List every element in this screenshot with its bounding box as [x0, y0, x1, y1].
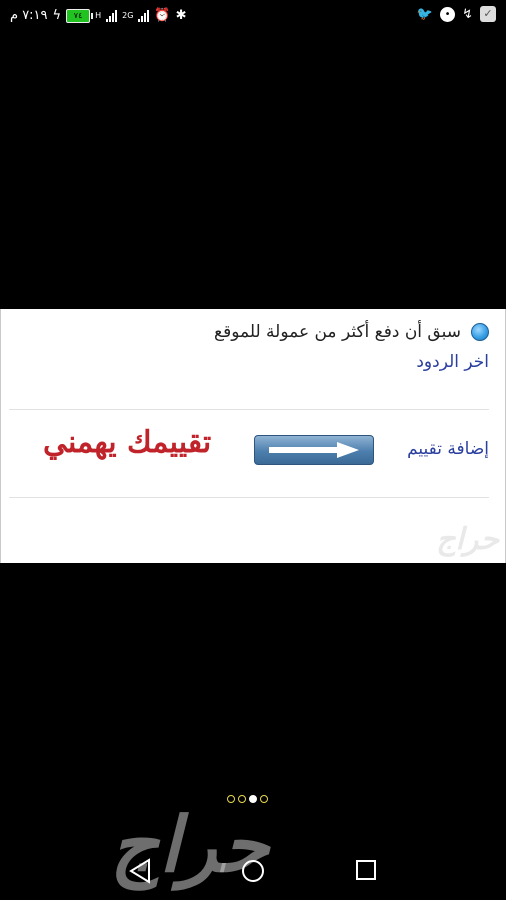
- back-icon[interactable]: [128, 858, 152, 884]
- recents-icon[interactable]: [354, 858, 378, 882]
- battery-level: ٧٤: [73, 10, 83, 20]
- network-type-h: H: [95, 10, 102, 20]
- right-arrow-icon: [269, 442, 359, 458]
- arrow-button[interactable]: [254, 435, 374, 465]
- missed-call-icon: ↯: [462, 6, 473, 22]
- rating-row: إضافة تقييم تقييمك يهمني: [19, 425, 489, 477]
- status-right: 🐦 • ↯ ✓: [417, 6, 496, 22]
- charging-icon: ϟ: [52, 8, 62, 23]
- navigation-bar: [0, 848, 506, 900]
- check-app-icon: ✓: [480, 6, 496, 22]
- list-item-text: سبق أن دفع أكثر من عمولة للموقع: [214, 322, 461, 342]
- divider: [9, 497, 489, 498]
- clock: ٧:١٩ م: [10, 8, 48, 23]
- alarm-icon: ⏰: [154, 8, 171, 23]
- battery-icon: ٧٤: [66, 8, 94, 23]
- rating-matters-text: تقييمك يهمني: [43, 425, 212, 460]
- screen: ٧:١٩ م ϟ ٧٤ H 2G ⏰ ✱ 🐦 • ↯ ✓ ⌒ ⌒ سبق أن …: [0, 0, 506, 900]
- haraj-watermark: حراج: [436, 522, 501, 557]
- status-left: ٧:١٩ م ϟ ٧٤ H 2G ⏰ ✱: [10, 8, 187, 23]
- signal-icon-1: [106, 9, 118, 22]
- network-type-2g: 2G: [122, 10, 134, 20]
- add-rating-link[interactable]: إضافة تقييم: [407, 439, 489, 459]
- latest-replies-link[interactable]: اخر الردود: [416, 352, 489, 372]
- image-viewer-content: ⌒ ⌒ سبق أن دفع أكثر من عمولة للموقع اخر …: [0, 309, 506, 563]
- signal-icon-2: [138, 9, 150, 22]
- bullet-icon: [471, 323, 489, 341]
- home-icon[interactable]: [240, 858, 266, 884]
- status-bar: ٧:١٩ م ϟ ٧٤ H 2G ⏰ ✱ 🐦 • ↯ ✓: [0, 0, 506, 32]
- bluetooth-icon: ✱: [175, 8, 187, 23]
- divider: [9, 409, 489, 410]
- list-item: سبق أن دفع أكثر من عمولة للموقع: [214, 322, 489, 342]
- twitter-icon: 🐦: [416, 6, 434, 22]
- cropped-text-top: ⌒ ⌒: [305, 309, 338, 318]
- chat-icon: •: [440, 6, 456, 22]
